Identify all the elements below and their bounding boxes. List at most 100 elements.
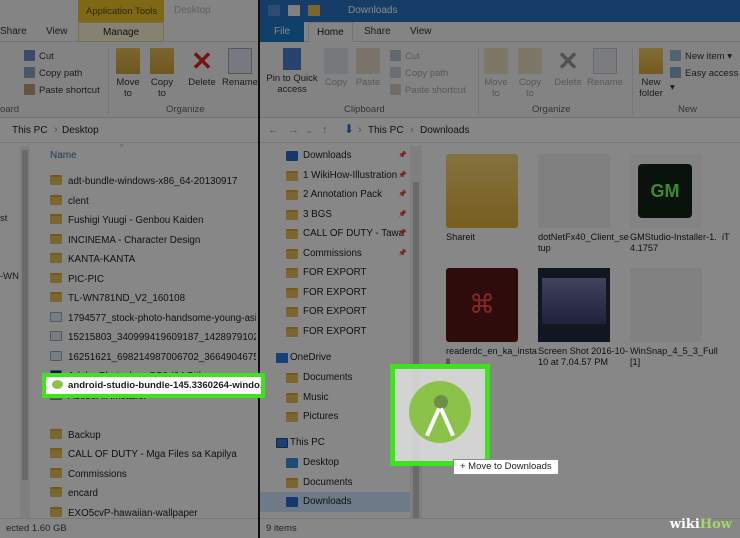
image-file-icon [50,311,62,322]
tab-share[interactable]: Share [0,26,27,37]
nav-item-label: Music [303,391,329,403]
nav-item[interactable]: 3 BGS 📌 [260,205,410,225]
nav-item[interactable]: This PC [260,433,410,453]
move-to-button[interactable]: Move to [480,48,512,99]
application-tools-context-tab[interactable]: Application Tools [78,0,164,22]
folder-icon [50,467,62,478]
paste-shortcut-button[interactable]: Paste shortcut [390,84,466,98]
nav-item[interactable]: Music [260,388,410,408]
file-tile[interactable]: iT [722,154,740,243]
breadcrumb-downloads[interactable]: Downloads [420,125,469,136]
group-separator [632,48,633,114]
nav-item[interactable]: FOR EXPORT [260,302,410,322]
forward-arrow-icon[interactable]: → [288,124,299,136]
file-tile[interactable]: WinSnap_4_5_3_Full [1] [630,268,722,368]
properties-icon[interactable] [288,5,300,16]
file-row[interactable]: Commissions [50,465,256,485]
file-row[interactable]: 16251621_698214987006702_3664904675216..… [50,348,256,368]
pin-to-quick-access-button[interactable]: Pin to Quick access [264,48,320,95]
file-tile[interactable]: Screen Shot 2016-10-10 at 7.04.57 PM [538,268,630,368]
nav-item[interactable]: FOR EXPORT [260,283,410,303]
drag-ghost-android-studio[interactable] [390,364,490,466]
copy-path-button[interactable]: Copy path [390,67,448,81]
nav-item-label: Documents [303,476,353,488]
breadcrumb-desktop[interactable]: Desktop [62,125,99,136]
new-folder-quick-icon[interactable] [308,5,320,16]
tab-manage[interactable]: Manage [78,22,164,42]
file-row[interactable]: clent [50,192,256,212]
file-tile[interactable]: Shareit [446,154,538,243]
nav-item-label: FOR EXPORT [303,325,367,337]
file-row[interactable]: INCINEMA - Character Design [50,231,256,251]
nav-item[interactable]: 1 WikiHow-Illustration 📌 [260,166,410,186]
folder-icon [286,477,298,488]
folder-icon [50,506,62,517]
nav-item[interactable]: FOR EXPORT [260,322,410,342]
nav-item[interactable]: Downloads [260,492,410,512]
cut-button[interactable]: Cut [24,50,54,64]
name-column-header[interactable]: Name [50,150,77,161]
tab-home[interactable]: Home [308,22,353,43]
file-row[interactable] [50,406,256,426]
paste-shortcut-icon [390,84,401,95]
tab-view[interactable]: View [410,26,432,37]
folder-icon [286,392,298,403]
paste-button[interactable]: Paste [354,48,382,88]
file-row[interactable]: Backup [50,426,256,446]
folder-icon [50,448,62,458]
file-row[interactable]: Fushigi Yuugi - Genbou Kaiden [50,211,256,231]
breadcrumb-this-pc[interactable]: This PC [12,125,48,136]
copy-to-button[interactable]: Copy to [146,48,178,99]
recent-locations-icon[interactable]: ⌄ [306,126,313,135]
breadcrumb-this-pc[interactable]: This PC [368,125,404,136]
copy-path-button[interactable]: Copy path [24,67,82,81]
copy-to-button[interactable]: Copy to [514,48,546,99]
right-address-bar[interactable]: ← → ⌄ ↑ ⬇ › This PC › Downloads [260,119,740,143]
tab-file[interactable]: File [260,22,304,42]
file-row[interactable]: adt-bundle-windows-x86_64-20130917 [50,172,256,192]
scrollbar-thumb[interactable] [413,182,419,522]
logo-leg-shape [439,407,455,437]
file-row[interactable]: encard [50,484,256,504]
left-nav-scrollbar[interactable] [20,146,30,518]
new-folder-button[interactable]: New folder [634,48,668,99]
rename-button[interactable]: Rename [222,48,258,88]
up-arrow-icon[interactable]: ↑ [322,124,328,136]
scrollbar-thumb[interactable] [22,150,28,480]
nav-item[interactable]: Desktop [260,453,410,473]
nav-item[interactable]: Commissions 📌 [260,244,410,264]
nav-item[interactable]: Downloads 📌 [260,146,410,166]
file-row[interactable]: 15215803_340999419609187_1428979102_o [50,328,256,348]
cut-button[interactable]: Cut [390,50,420,64]
file-row[interactable]: TL-WN781ND_V2_160108 [50,289,256,309]
nav-item[interactable]: 2 Annotation Pack 📌 [260,185,410,205]
folder-icon [286,229,298,239]
tab-share[interactable]: Share [364,26,391,37]
copy-button[interactable]: Copy [322,48,350,88]
nav-item[interactable]: FOR EXPORT [260,263,410,283]
file-tile[interactable]: GM GMStudio-Installer-1.4.1757 [630,154,722,254]
nav-item[interactable]: Documents [260,473,410,493]
new-item-button[interactable]: New item ▾ [670,50,732,64]
delete-button[interactable]: ✕ Delete [550,48,586,88]
selected-android-studio-file[interactable]: android-studio-bundle-145.3360264-windo.… [42,373,265,398]
easy-access-button[interactable]: Easy access ▾ [670,67,740,93]
paste-shortcut-button[interactable]: Paste shortcut [24,84,100,98]
file-tile[interactable]: ⌘ readerdc_en_ka_install [446,268,538,368]
file-row[interactable]: KANTA-KANTA [50,250,256,270]
rename-button[interactable]: Rename [586,48,624,88]
nav-item[interactable]: Documents [260,368,410,388]
file-row[interactable]: PIC-PIC [50,270,256,290]
back-arrow-icon[interactable]: ← [268,124,279,136]
file-row[interactable]: CALL OF DUTY - Mga Files sa Kapilya [50,445,256,465]
tab-view[interactable]: View [46,26,68,37]
left-address-bar[interactable]: This PC › Desktop [0,119,258,143]
file-row[interactable]: 1794577_stock-photo-handsome-young-asi..… [50,309,256,329]
delete-button[interactable]: ✕ Delete [184,48,220,88]
move-to-button[interactable]: Move to [112,48,144,99]
nav-item[interactable]: Pictures [260,407,410,427]
nav-item[interactable]: CALL OF DUTY - Tawa 📌 [260,224,410,244]
folder-icon [50,253,62,263]
file-tile[interactable]: dotNetFx40_Client_setup [538,154,630,254]
nav-item[interactable]: OneDrive [260,348,410,368]
